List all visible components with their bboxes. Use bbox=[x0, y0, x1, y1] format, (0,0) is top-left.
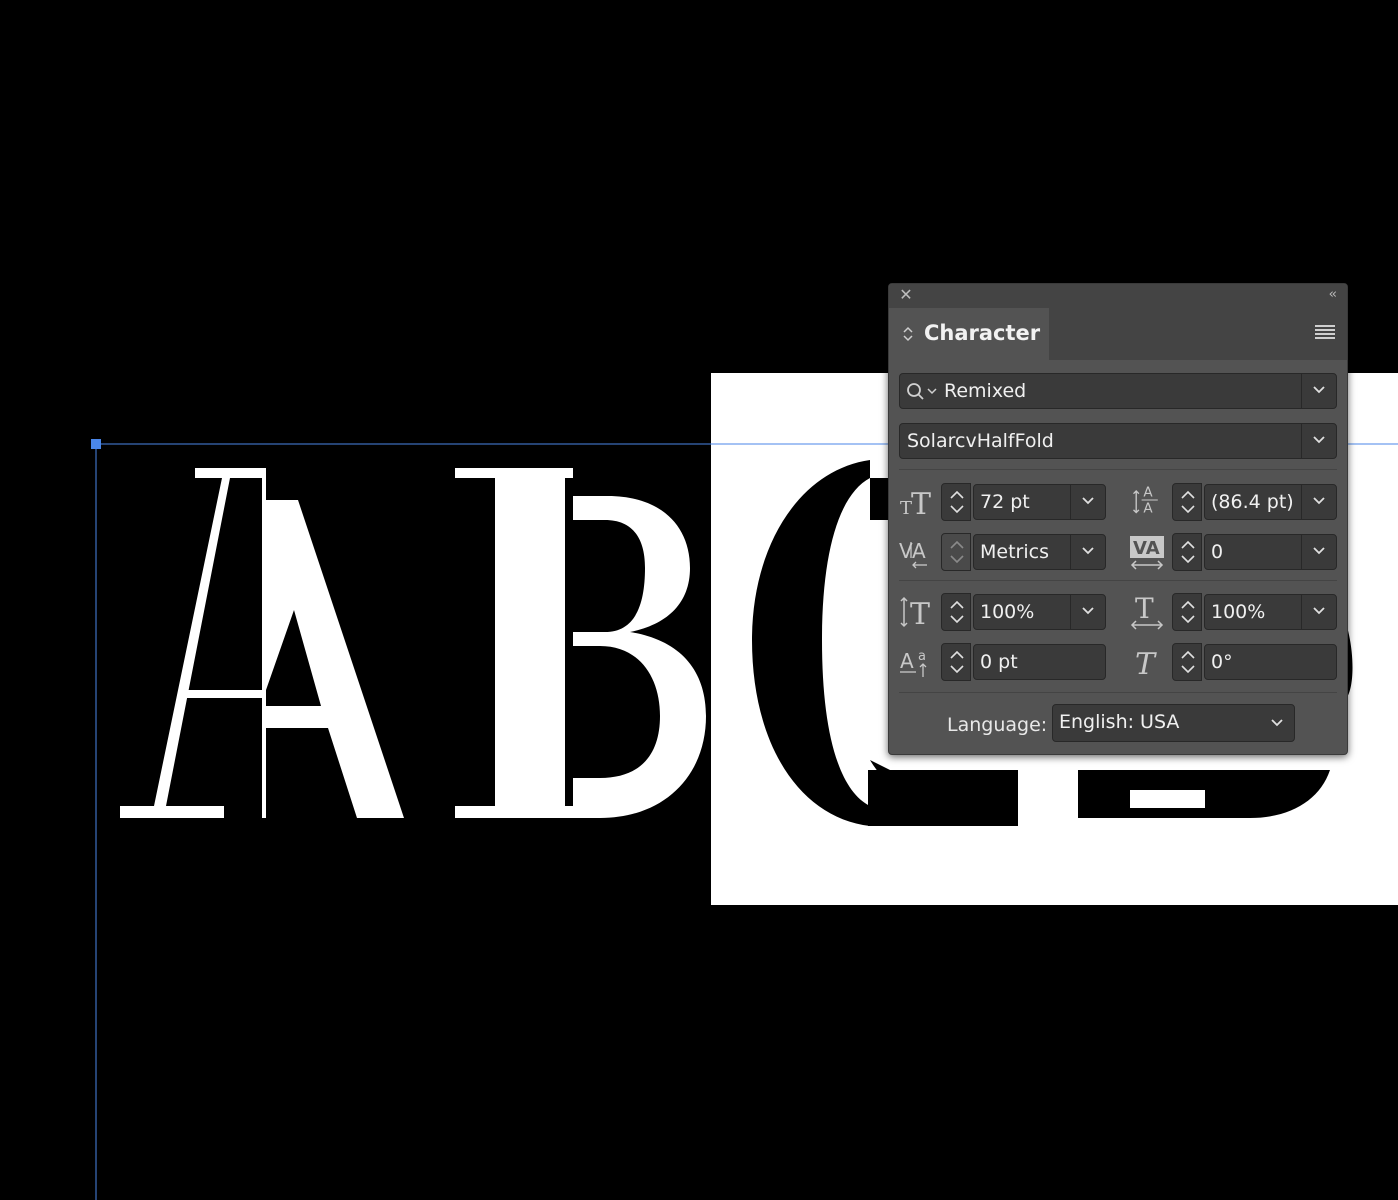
divider bbox=[899, 469, 1337, 470]
font-size-stepper[interactable] bbox=[941, 483, 971, 521]
baseline-shift-stepper[interactable] bbox=[941, 643, 971, 681]
panel-title: Character bbox=[924, 321, 1041, 345]
baseline-shift-value[interactable]: 0 pt bbox=[980, 651, 1018, 673]
panel-tab-row: Character bbox=[889, 308, 1347, 360]
leading-field[interactable]: (86.4 pt) bbox=[1204, 484, 1337, 520]
panel-title-bar[interactable]: ✕ ‹‹ bbox=[889, 284, 1347, 308]
chevron-down-icon bbox=[1313, 607, 1325, 615]
search-icon bbox=[907, 383, 937, 400]
font-style-dropdown[interactable] bbox=[1301, 424, 1336, 458]
character-panel: ✕ ‹‹ Character Remixed SolarcvHalfFold T… bbox=[888, 283, 1348, 755]
chevron-down-icon bbox=[1271, 719, 1283, 727]
tracking-stepper[interactable] bbox=[1172, 533, 1202, 571]
kerning-field[interactable]: Metrics bbox=[973, 534, 1106, 570]
svg-text:A: A bbox=[900, 649, 914, 673]
tracking-dropdown[interactable] bbox=[1301, 535, 1336, 569]
chevron-down-icon bbox=[1313, 436, 1325, 444]
chevron-down-icon bbox=[1082, 547, 1094, 555]
kerning-stepper[interactable] bbox=[941, 533, 971, 571]
letter-b bbox=[455, 468, 706, 818]
vertical-scale-stepper[interactable] bbox=[941, 593, 971, 631]
language-value: English: USA bbox=[1059, 711, 1180, 733]
close-icon[interactable]: ✕ bbox=[897, 286, 915, 304]
font-search-input[interactable]: Remixed bbox=[944, 380, 1026, 402]
svg-text:T: T bbox=[1135, 594, 1154, 625]
skew-value[interactable]: 0° bbox=[1211, 651, 1233, 673]
svg-text:VA: VA bbox=[1133, 538, 1160, 559]
font-search-field[interactable]: Remixed bbox=[899, 373, 1337, 409]
svg-text:A: A bbox=[1143, 501, 1153, 517]
font-size-field[interactable]: 72 pt bbox=[973, 484, 1106, 520]
baseline-shift-icon: A a bbox=[900, 649, 927, 677]
horizontal-scale-field[interactable]: 100% bbox=[1204, 594, 1337, 630]
horizontal-scale-value[interactable]: 100% bbox=[1211, 601, 1265, 623]
horizontal-scale-dropdown[interactable] bbox=[1301, 595, 1336, 629]
horizontal-scale-stepper[interactable] bbox=[1172, 593, 1202, 631]
collapse-icon[interactable]: ‹‹ bbox=[1329, 286, 1338, 304]
chevron-down-icon bbox=[1082, 607, 1094, 615]
kerning-value[interactable]: Metrics bbox=[980, 541, 1049, 563]
svg-text:T: T bbox=[911, 487, 931, 520]
font-size-icon: T T bbox=[900, 487, 931, 520]
vertical-scale-dropdown[interactable] bbox=[1070, 595, 1105, 629]
text-frame-handle[interactable] bbox=[91, 439, 101, 449]
leading-dropdown[interactable] bbox=[1301, 485, 1336, 519]
chevron-down-icon bbox=[1313, 547, 1325, 555]
leading-stepper[interactable] bbox=[1172, 483, 1202, 521]
svg-text:A: A bbox=[912, 539, 926, 563]
divider bbox=[899, 692, 1337, 693]
kerning-dropdown[interactable] bbox=[1070, 535, 1105, 569]
svg-text:A: A bbox=[1143, 484, 1153, 500]
font-size-dropdown[interactable] bbox=[1070, 485, 1105, 519]
chevron-down-icon bbox=[1313, 497, 1325, 505]
leading-value[interactable]: (86.4 pt) bbox=[1211, 491, 1294, 513]
skew-icon: T bbox=[1135, 647, 1157, 680]
vertical-scale-value[interactable]: 100% bbox=[980, 601, 1034, 623]
language-label: Language: bbox=[947, 714, 1048, 736]
tab-character[interactable]: Character bbox=[889, 308, 1049, 360]
font-style-field[interactable]: SolarcvHalfFold bbox=[899, 423, 1337, 459]
divider bbox=[899, 580, 1337, 581]
chevron-down-icon bbox=[1082, 497, 1094, 505]
svg-text:T: T bbox=[910, 597, 930, 630]
skew-field[interactable]: 0° bbox=[1204, 644, 1337, 680]
leading-icon: A A bbox=[1133, 484, 1158, 517]
horizontal-scale-icon: T bbox=[1130, 594, 1164, 630]
tracking-icon: VA bbox=[1130, 536, 1164, 570]
letter-a bbox=[120, 468, 404, 818]
font-size-value[interactable]: 72 pt bbox=[980, 491, 1030, 513]
font-style-value: SolarcvHalfFold bbox=[907, 430, 1054, 452]
updown-arrows-icon bbox=[903, 326, 913, 342]
panel-menu-icon[interactable] bbox=[1315, 325, 1335, 341]
language-select[interactable]: English: USA bbox=[1052, 704, 1295, 742]
tracking-value[interactable]: 0 bbox=[1211, 541, 1223, 563]
baseline-shift-field[interactable]: 0 pt bbox=[973, 644, 1106, 680]
svg-text:T: T bbox=[1135, 647, 1157, 680]
tracking-field[interactable]: 0 bbox=[1204, 534, 1337, 570]
svg-text:a: a bbox=[918, 649, 926, 664]
font-search-dropdown[interactable] bbox=[1301, 374, 1336, 408]
skew-stepper[interactable] bbox=[1172, 643, 1202, 681]
vertical-scale-field[interactable]: 100% bbox=[973, 594, 1106, 630]
chevron-down-icon bbox=[1313, 386, 1325, 394]
kerning-icon: V A bbox=[899, 539, 927, 569]
vertical-scale-icon: T bbox=[900, 596, 930, 630]
